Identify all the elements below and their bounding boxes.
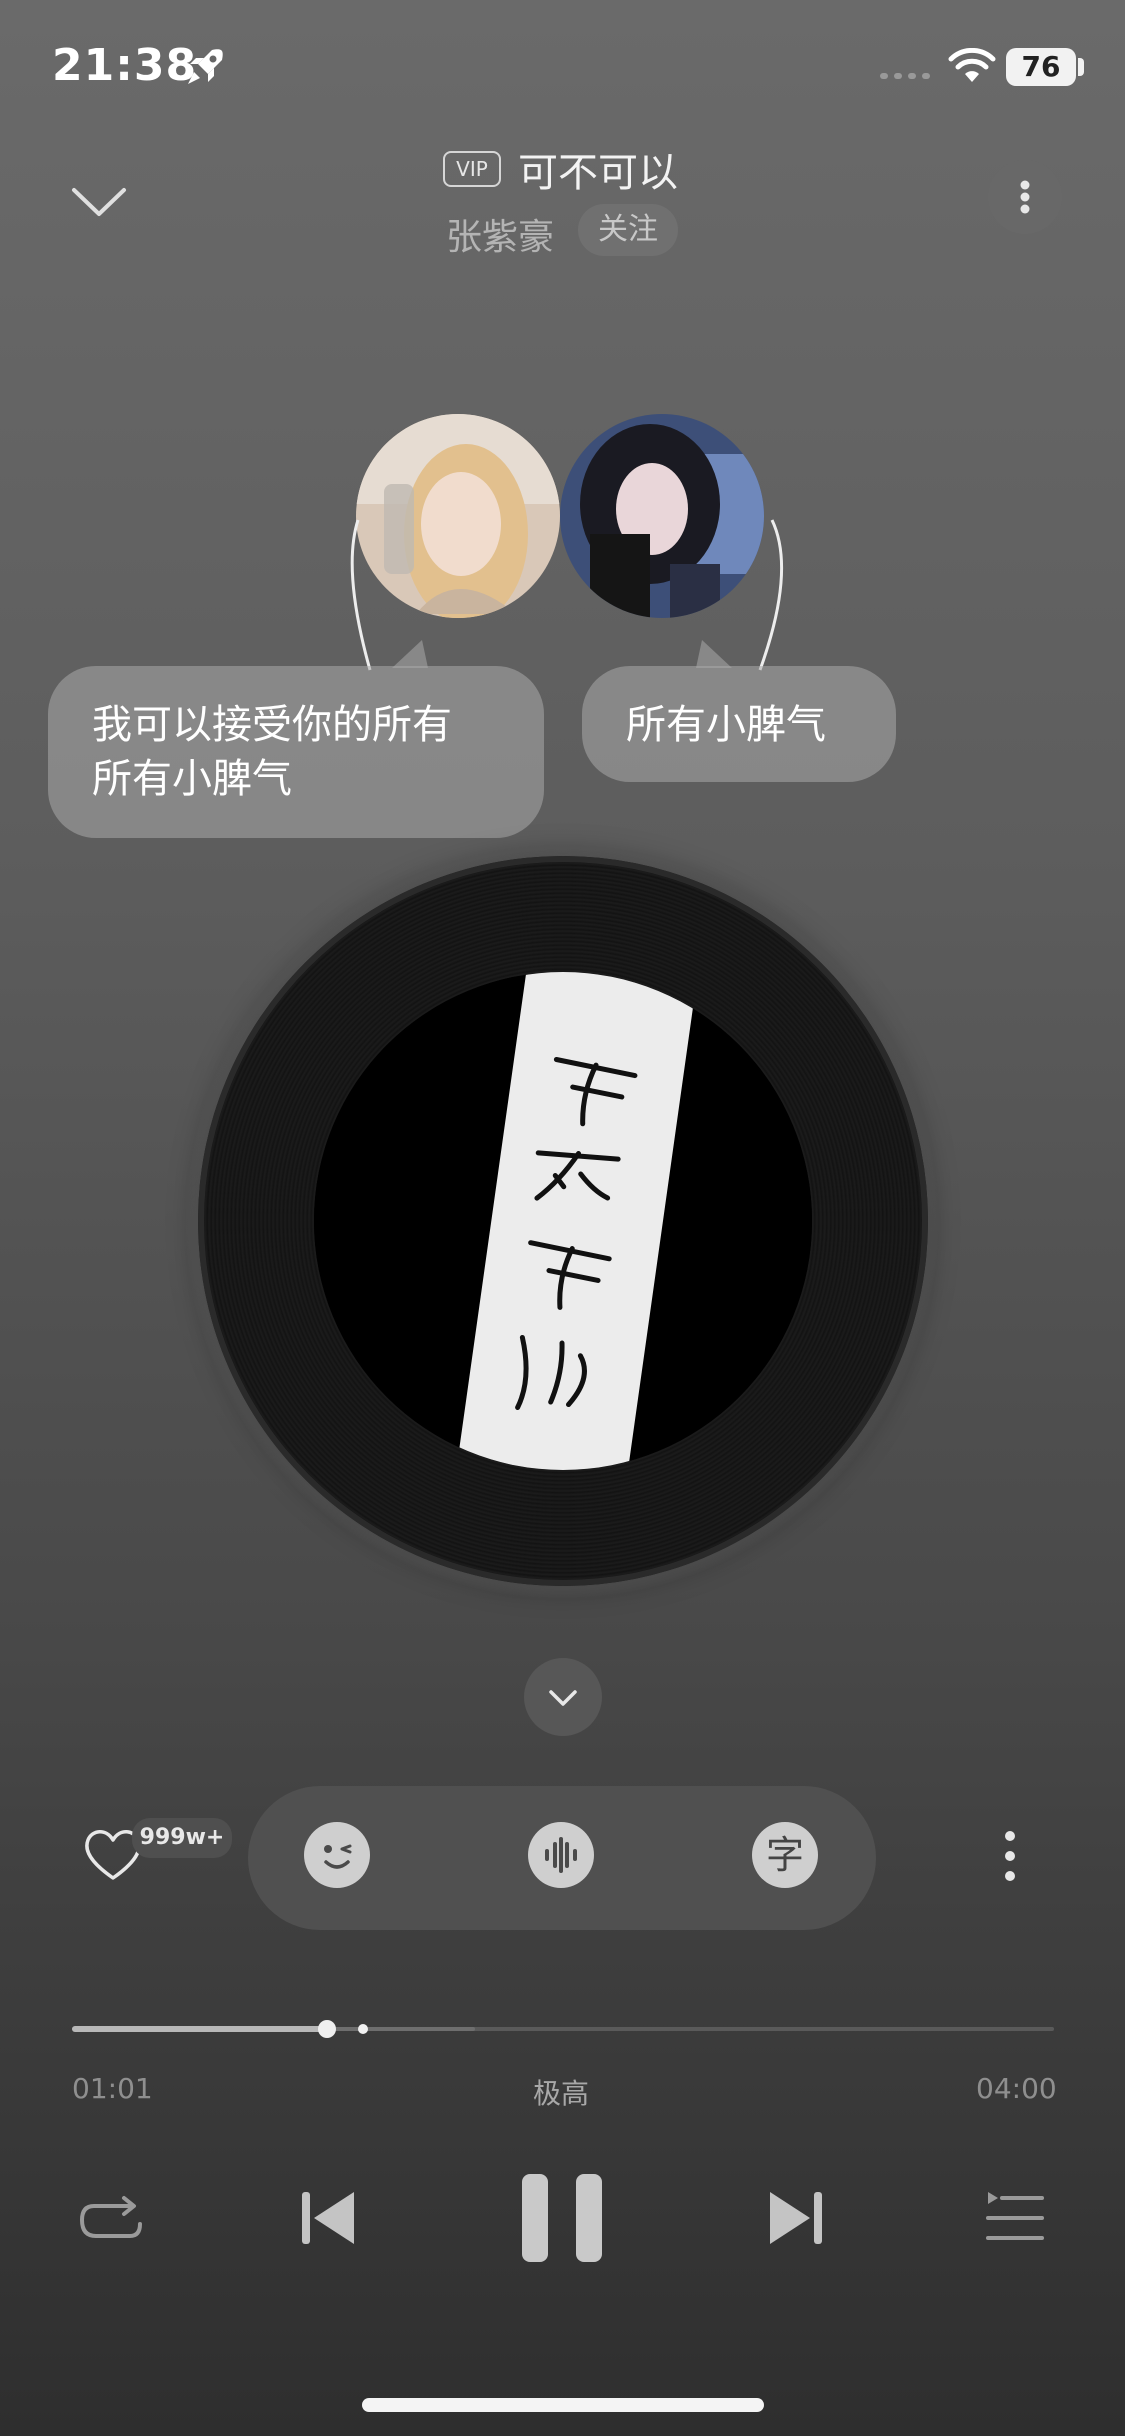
album-art-calligraphy: [314, 972, 812, 1470]
lyrics-zi-icon[interactable]: 字: [752, 1822, 818, 1888]
status-time: 21:38: [52, 40, 198, 91]
battery-tip: [1078, 58, 1084, 76]
lyric-bubble-left: 我可以接受你的所有 所有小脾气: [48, 666, 544, 838]
previous-icon[interactable]: [298, 2188, 358, 2248]
lyric-bubble-right-line1: 所有小脾气: [626, 702, 826, 748]
audio-wave-icon[interactable]: [528, 1822, 594, 1888]
follow-button[interactable]: 关注: [578, 204, 678, 256]
like-count-badge: 999w+: [132, 1818, 232, 1858]
quality-label[interactable]: 极高: [533, 2072, 589, 2112]
progress-played: [72, 2026, 328, 2032]
rocket-icon: [188, 49, 223, 84]
home-indicator: [362, 2398, 764, 2412]
more-vertical-icon-bottom[interactable]: [1000, 1826, 1020, 1886]
artist-name[interactable]: 张紫豪: [446, 208, 554, 260]
lyric-bubble-right: 所有小脾气: [582, 666, 896, 782]
more-vertical-icon: [1020, 180, 1030, 214]
bubble-connector-left: [350, 519, 372, 671]
pause-icon[interactable]: [520, 2172, 604, 2264]
more-options-button[interactable]: [988, 160, 1062, 234]
album-cover: [314, 972, 812, 1470]
highlight-marker[interactable]: [358, 2024, 368, 2034]
chevron-down-icon: [549, 1690, 577, 1706]
wifi-icon: [948, 48, 996, 82]
repeat-icon[interactable]: [76, 2188, 146, 2252]
total-time: 04:00: [976, 2072, 1057, 2105]
emoji-wink-icon[interactable]: [304, 1822, 370, 1888]
lyric-bubble-left-line2: 所有小脾气: [92, 756, 292, 802]
playlist-icon[interactable]: [984, 2190, 1044, 2246]
bubble-tail-right: [696, 640, 732, 668]
bubble-tail-left: [392, 640, 428, 668]
current-time: 01:01: [72, 2072, 153, 2105]
signal-icon: [880, 73, 930, 79]
audio-wave-bars: [545, 1837, 577, 1873]
lyric-bubble-left-line1: 我可以接受你的所有: [92, 702, 452, 748]
collapse-chevron-icon[interactable]: [68, 170, 130, 232]
battery-icon: 76: [1006, 48, 1076, 86]
next-icon[interactable]: [766, 2188, 826, 2248]
progress-knob[interactable]: [318, 2020, 337, 2038]
song-title: 可不可以: [518, 150, 678, 196]
vip-badge: VIP: [443, 151, 501, 187]
emoji-face: [324, 1844, 352, 1869]
expand-button[interactable]: [524, 1658, 602, 1736]
